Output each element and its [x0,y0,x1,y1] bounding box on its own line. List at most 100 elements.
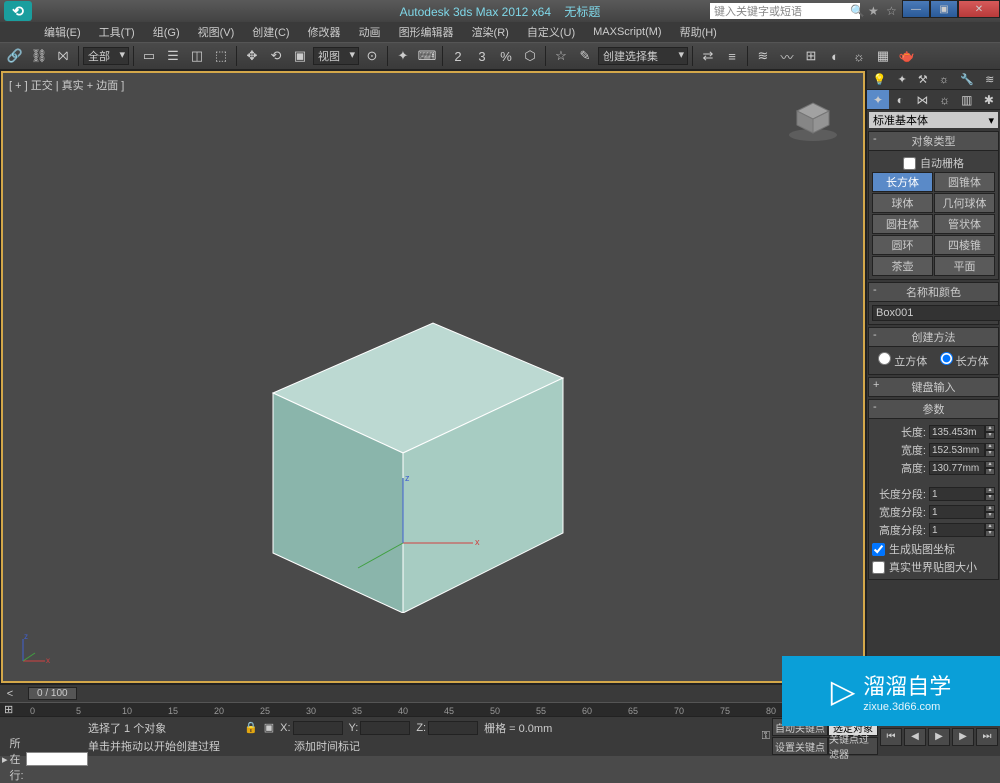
isolate-icon[interactable]: ▣ [264,721,274,734]
select-region-icon[interactable]: ◫ [186,45,208,67]
edit-sel-icon[interactable]: ✎ [574,45,596,67]
goto-end-icon[interactable]: ⏭ [976,728,998,746]
lock-icon[interactable]: 🔒 [244,721,258,734]
search-icon[interactable]: 🔍 [850,4,864,18]
height-input[interactable] [929,461,985,475]
help-icon[interactable]: ★ [868,4,882,18]
script-line-input[interactable] [26,752,88,766]
play-icon[interactable]: ▶ [928,728,950,746]
x-coord-input[interactable] [293,721,343,735]
trackbar-toggle-icon[interactable]: ⊞ [4,703,13,716]
select-icon[interactable]: ▭ [138,45,160,67]
percent-snap-icon[interactable]: % [495,45,517,67]
named-selection-dropdown[interactable]: 创建选择集 [598,47,688,65]
cube-radio[interactable]: 立方体 [878,352,927,369]
wseg-input[interactable] [929,505,985,519]
box-radio[interactable]: 长方体 [940,352,989,369]
menu-views[interactable]: 视图(V) [190,22,243,42]
hierarchy-tab[interactable]: ⋈ [911,90,933,109]
menu-rendering[interactable]: 渲染(R) [464,22,517,42]
time-slider-handle[interactable]: 0 / 100 [28,687,77,700]
lseg-input[interactable] [929,487,985,501]
app-icon[interactable]: ⟲ [4,1,32,21]
hseg-input[interactable] [929,523,985,537]
ref-coord-dropdown[interactable]: 视图 [313,47,359,65]
more-icon[interactable]: ≋ [985,73,994,86]
unlink-icon[interactable]: ⛓ [28,45,50,67]
snap-toggle-icon[interactable]: 2 [447,45,469,67]
scrub-left-icon[interactable]: < [0,688,20,700]
create-tab[interactable]: ✦ [867,90,889,109]
teapot-button[interactable]: 茶壶 [872,256,933,276]
spinner-down-icon[interactable]: ▾ [985,432,995,439]
display-icon[interactable]: ☼ [939,74,949,86]
modify-tab[interactable]: ◐ [889,90,911,109]
pivot-icon[interactable]: ⊙ [361,45,383,67]
menu-edit[interactable]: 编辑(E) [36,22,89,42]
box-button[interactable]: 长方体 [872,172,933,192]
y-coord-input[interactable] [360,721,410,735]
manip-icon[interactable]: ✦ [392,45,414,67]
maximize-button[interactable]: ▣ [930,0,958,18]
rollout-name-color[interactable]: -名称和颜色 [868,282,999,302]
length-input[interactable] [929,425,985,439]
menu-create[interactable]: 创建(C) [244,22,297,42]
rotate-icon[interactable]: ⟲ [265,45,287,67]
menu-maxscript[interactable]: MAXScript(M) [585,24,669,40]
compass-icon[interactable]: ✦ [897,73,906,86]
move-icon[interactable]: ✥ [241,45,263,67]
cone-button[interactable]: 圆锥体 [934,172,995,192]
minimize-button[interactable]: — [902,0,930,18]
pyramid-button[interactable]: 四棱锥 [934,235,995,255]
goto-start-icon[interactable]: ⏮ [880,728,902,746]
bind-icon[interactable]: ⨝ [52,45,74,67]
select-name-icon[interactable]: ☰ [162,45,184,67]
setkey-button[interactable]: 设置关键点 [772,737,828,755]
scale-icon[interactable]: ▣ [289,45,311,67]
named-sel-icon[interactable]: ☆ [550,45,572,67]
scene-box-object[interactable]: x z [243,273,583,613]
add-time-tag[interactable]: 添加时间标记 [294,738,360,754]
help-search-input[interactable]: 键入关键字或短语 [710,3,860,19]
spinner-up-icon[interactable]: ▴ [985,425,995,432]
genmap-checkbox[interactable] [872,543,885,556]
render-icon[interactable]: 🫖 [896,45,918,67]
prev-frame-icon[interactable]: ◀ [904,728,926,746]
width-input[interactable] [929,443,985,457]
menu-help[interactable]: 帮助(H) [672,22,725,42]
sphere-button[interactable]: 球体 [872,193,933,213]
window-crossing-icon[interactable]: ⬚ [210,45,232,67]
torus-button[interactable]: 圆环 [872,235,933,255]
curve-editor-icon[interactable]: 〰 [776,45,798,67]
angle-snap-icon[interactable]: 3 [471,45,493,67]
rollout-creation-method[interactable]: -创建方法 [868,327,999,347]
menu-customize[interactable]: 自定义(U) [519,22,583,42]
object-name-input[interactable] [872,305,1000,321]
rollout-parameters[interactable]: -参数 [868,399,999,419]
close-button[interactable]: ✕ [958,0,1000,18]
cylinder-button[interactable]: 圆柱体 [872,214,933,234]
primitive-category-dropdown[interactable]: 标准基本体▾ [869,112,998,128]
spinner-snap-icon[interactable]: ⬡ [519,45,541,67]
align-icon[interactable]: ≡ [721,45,743,67]
material-editor-icon[interactable]: ◐ [824,45,846,67]
rollout-keyboard-entry[interactable]: +键盘输入 [868,377,999,397]
menu-grapheditor[interactable]: 图形编辑器 [391,22,462,42]
next-frame-icon[interactable]: ▶ [952,728,974,746]
mirror-icon[interactable]: ⇄ [697,45,719,67]
render-setup-icon[interactable]: ☼ [848,45,870,67]
motion-tab[interactable]: ☼ [934,90,956,109]
link-icon[interactable]: 🔗 [4,45,26,67]
selection-filter[interactable]: 全部 [83,47,129,65]
keyboard-icon[interactable]: ⌨ [416,45,438,67]
autogrid-checkbox[interactable] [903,157,916,170]
plane-button[interactable]: 平面 [934,256,995,276]
menu-modifiers[interactable]: 修改器 [300,22,349,42]
rollout-object-type[interactable]: -对象类型 [868,131,999,151]
key-icon[interactable]: ⚿ [762,730,770,743]
menu-group[interactable]: 组(G) [145,22,188,42]
favorite-icon[interactable]: ☆ [886,4,900,18]
layers-icon[interactable]: ≋ [752,45,774,67]
viewport-label[interactable]: [ + ] 正交 | 真实 + 边面 ] [9,77,124,93]
geosphere-button[interactable]: 几何球体 [934,193,995,213]
